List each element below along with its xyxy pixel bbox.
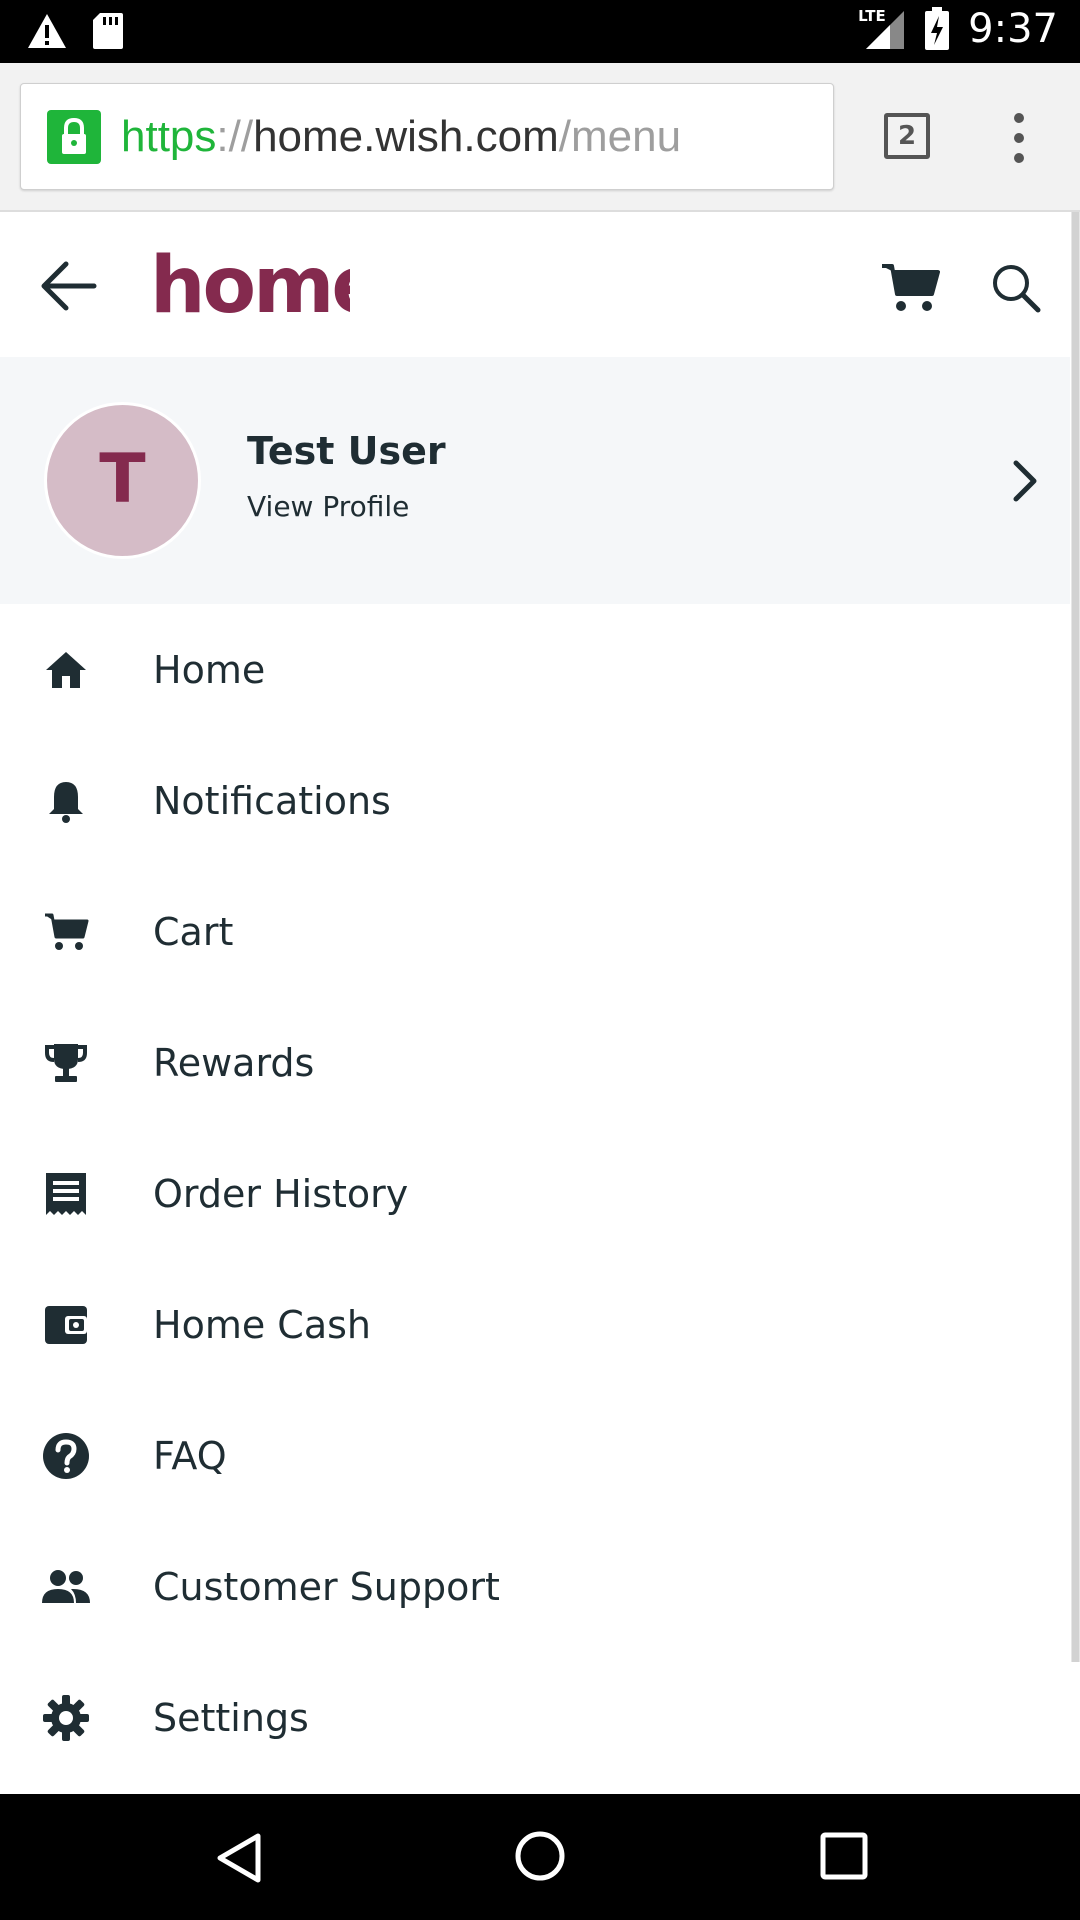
warning-icon (28, 14, 66, 48)
view-profile-link[interactable]: View Profile (247, 490, 409, 523)
nav-home-icon[interactable] (512, 1828, 568, 1884)
lock-icon (47, 110, 101, 164)
cart-icon (40, 906, 92, 958)
profile-card[interactable]: T Test User View Profile (0, 357, 1070, 604)
menu-label: Settings (153, 1695, 309, 1740)
status-bar: LTE 9:37 (0, 0, 1080, 63)
profile-name: Test User (247, 429, 446, 473)
more-options-icon[interactable] (1004, 108, 1034, 168)
chevron-right-icon (1010, 457, 1040, 505)
url-path: /menu (558, 112, 682, 161)
help-icon (40, 1430, 92, 1482)
back-arrow-icon[interactable] (38, 258, 98, 314)
side-menu: Home Notifications Cart Rewards Order Hi… (0, 604, 1070, 1783)
avatar: T (44, 402, 201, 559)
menu-item-home[interactable]: Home (0, 604, 1070, 735)
nav-recents-icon[interactable] (818, 1830, 870, 1882)
menu-item-home-cash[interactable]: Home Cash (0, 1259, 1070, 1390)
receipt-icon (40, 1168, 92, 1220)
tab-switcher-button[interactable]: 2 (884, 113, 930, 159)
home-icon (40, 644, 92, 696)
gear-icon (40, 1692, 92, 1744)
menu-item-notifications[interactable]: Notifications (0, 735, 1070, 866)
menu-label: Notifications (153, 778, 391, 823)
menu-label: Home (153, 647, 266, 692)
wallet-icon (40, 1299, 92, 1351)
menu-label: FAQ (153, 1433, 227, 1478)
url-text: https://home.wish.com/menu (121, 110, 681, 164)
menu-label: Home Cash (153, 1302, 371, 1347)
menu-label: Customer Support (153, 1564, 500, 1609)
search-icon[interactable] (990, 262, 1042, 314)
home-logo[interactable]: home (150, 241, 384, 331)
trophy-icon (40, 1037, 92, 1089)
menu-label: Cart (153, 909, 234, 954)
menu-item-faq[interactable]: FAQ (0, 1390, 1070, 1521)
logo-text: home (150, 242, 350, 326)
app-header: home (0, 212, 1080, 357)
menu-item-customer-support[interactable]: Customer Support (0, 1521, 1070, 1652)
menu-item-rewards[interactable]: Rewards (0, 997, 1070, 1128)
signal-icon: LTE (858, 7, 906, 51)
menu-item-order-history[interactable]: Order History (0, 1128, 1070, 1259)
menu-item-cart[interactable]: Cart (0, 866, 1070, 997)
navigation-bar (0, 1794, 1080, 1920)
url-scheme: https (121, 112, 217, 161)
nav-back-icon[interactable] (212, 1830, 268, 1886)
menu-item-settings[interactable]: Settings (0, 1652, 1070, 1783)
browser-toolbar: https://home.wish.com/menu 2 (0, 63, 1080, 212)
battery-charging-icon (925, 7, 950, 50)
menu-label: Rewards (153, 1040, 315, 1085)
people-icon (40, 1561, 92, 1613)
address-bar[interactable]: https://home.wish.com/menu (20, 83, 834, 190)
network-type: LTE (858, 7, 886, 25)
url-separator: :// (216, 112, 254, 161)
bell-icon (40, 775, 92, 827)
menu-label: Order History (153, 1171, 409, 1216)
cart-icon[interactable] (880, 262, 940, 314)
clock: 9:37 (968, 6, 1058, 52)
sd-card-icon (93, 13, 123, 49)
home-logo-mark: home (150, 241, 384, 331)
scrollbar-thumb[interactable] (1072, 212, 1079, 1662)
url-host: home.wish.com (253, 112, 559, 161)
